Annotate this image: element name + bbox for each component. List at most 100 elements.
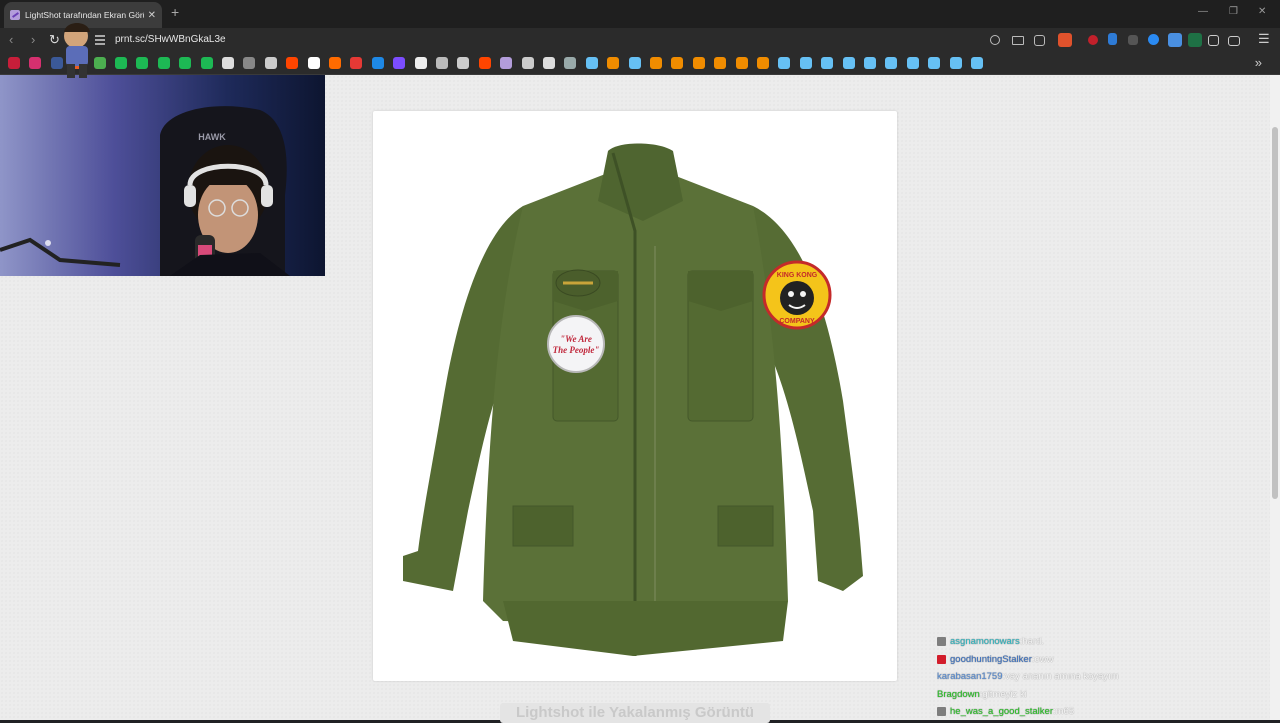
svg-text:The People": The People" (553, 345, 600, 355)
bookmark-icon[interactable] (29, 57, 42, 69)
brave-shield-icon[interactable] (1058, 33, 1072, 47)
close-window-button[interactable]: ✕ (1258, 6, 1266, 17)
chat-username: Bragdown (937, 688, 980, 700)
chat-text: hard. (1022, 636, 1045, 648)
bookmark-icon[interactable] (286, 57, 299, 69)
character-sticker-icon (64, 23, 90, 78)
svg-text:COMPANY: COMPANY (779, 318, 815, 325)
address-bar[interactable]: prnt.sc/SHwWBnGkaL3e (115, 34, 226, 45)
bookmark-icon[interactable] (607, 57, 620, 69)
chat-message: asgnamonowars : hard. (937, 633, 1267, 651)
bookmark-icon[interactable] (928, 57, 941, 69)
bookmark-icon[interactable] (821, 57, 834, 69)
bookmarks-more-button[interactable]: » (1255, 55, 1262, 70)
webcam-overlay: HAWK (0, 75, 325, 276)
screenshot-image: "We Are The People" KING KONG COMPANY (373, 111, 897, 681)
new-tab-button[interactable]: + (171, 4, 179, 20)
bookmark-icon[interactable] (778, 57, 791, 69)
bookmark-icon[interactable] (564, 57, 577, 69)
bookmark-icon[interactable] (735, 57, 748, 69)
bookmark-icon[interactable] (757, 57, 769, 69)
ublock-icon[interactable] (1088, 35, 1098, 45)
excel-extension-icon[interactable] (1188, 33, 1202, 47)
menu-icon[interactable]: ☰ (1258, 31, 1270, 47)
chat-message: goodhuntingStalker : oww (937, 651, 1267, 669)
extension-sound-icon[interactable] (1108, 33, 1117, 45)
bookmark-icon[interactable] (628, 57, 641, 69)
bookmark-icon[interactable] (521, 57, 534, 69)
stream-chat-overlay: asgnamonowars : hard. goodhuntingStalker … (937, 633, 1267, 721)
sidebar-icon[interactable] (1228, 36, 1240, 46)
bookmark-icon[interactable] (350, 57, 363, 69)
chat-text: gitmeyiz ki (982, 688, 1027, 700)
bookmark-icon[interactable] (436, 57, 448, 69)
bookmark-icon[interactable] (799, 57, 812, 69)
jacket-image: "We Are The People" KING KONG COMPANY (403, 143, 863, 656)
chat-username: goodhuntingStalker (950, 653, 1032, 665)
bookmark-icon[interactable] (8, 57, 20, 69)
bookmark-icon[interactable] (500, 57, 513, 69)
chat-text: vay ananın amına koyayım (1005, 671, 1119, 683)
bookmark-icon[interactable] (200, 57, 213, 69)
extension-grey-icon[interactable] (1128, 35, 1138, 45)
bookmark-icon[interactable] (179, 57, 192, 69)
bookmark-icon[interactable] (585, 57, 598, 69)
bookmark-icon[interactable] (842, 57, 855, 69)
bookmark-icon[interactable] (692, 57, 705, 69)
cast-icon[interactable] (1012, 36, 1024, 45)
bookmark-icon[interactable] (371, 57, 384, 69)
bookmark-icon[interactable] (971, 57, 983, 69)
back-icon[interactable]: ‹ (9, 32, 13, 47)
bookmark-icon[interactable] (885, 57, 898, 69)
extensions-puzzle-icon[interactable] (1208, 35, 1219, 46)
svg-text:"We Are: "We Are (560, 334, 592, 344)
extension-translate-icon[interactable] (1168, 33, 1182, 47)
chat-username: asgnamonowars (950, 636, 1020, 648)
chat-message: karabasan1759 : vay ananın amına koyayım (937, 668, 1267, 686)
bookmark-icon[interactable] (457, 57, 470, 69)
vertical-scrollbar[interactable] (1270, 75, 1280, 720)
bookmark-icon[interactable] (671, 57, 684, 69)
bookmark-icon[interactable] (414, 57, 427, 69)
svg-text:KING KONG: KING KONG (777, 272, 818, 279)
bookmark-icon[interactable] (714, 57, 727, 69)
forward-icon[interactable]: › (31, 32, 35, 47)
bookmark-icon[interactable] (329, 57, 341, 69)
zoom-icon[interactable] (990, 35, 1000, 45)
chat-message: Bragdown : gitmeyiz ki (937, 686, 1267, 704)
chat-badge-icon (937, 637, 946, 647)
chat-message: he_was_a_good_stalker : m65 (937, 703, 1267, 721)
bookmark-icon[interactable] (264, 57, 277, 69)
bookmark-icon[interactable] (650, 57, 662, 69)
bookmark-icon[interactable] (393, 57, 406, 69)
bookmark-icon[interactable] (864, 57, 876, 69)
chat-text: m65 (1055, 706, 1075, 718)
tab-strip: LightShot tarafından Ekran Görü ✕ + — ❐ … (0, 0, 1280, 28)
extension-blue-icon[interactable] (1148, 34, 1159, 45)
lightshot-favicon-icon (10, 10, 20, 20)
navigation-bar: ‹ › ↻ prnt.sc/SHwWBnGkaL3e ☰ (0, 28, 1280, 53)
share-icon[interactable] (1034, 35, 1045, 46)
chat-badge-icon (937, 654, 946, 664)
chat-username: karabasan1759 (937, 671, 1003, 683)
bookmark-icon[interactable] (136, 57, 149, 69)
scrollbar-thumb[interactable] (1272, 127, 1278, 499)
bookmark-icon[interactable] (543, 57, 555, 69)
chat-text: oww (1034, 653, 1054, 665)
bookmark-icon[interactable] (115, 57, 127, 69)
maximize-button[interactable]: ❐ (1229, 6, 1238, 17)
bookmarks-bar: » (0, 53, 1280, 75)
bookmark-icon[interactable] (949, 57, 962, 69)
svg-text:HAWK: HAWK (198, 132, 226, 142)
webcam-image: HAWK (0, 75, 325, 276)
bookmark-icon[interactable] (243, 57, 256, 69)
page-caption: Lightshot ile Yakalanmış Görüntü (500, 703, 770, 723)
chat-badge-icon (937, 707, 946, 717)
bookmark-icon[interactable] (906, 57, 919, 69)
minimize-button[interactable]: — (1198, 6, 1208, 17)
bookmark-icon[interactable] (222, 57, 234, 69)
bookmark-icon[interactable] (478, 57, 491, 69)
bookmark-icon[interactable] (307, 57, 320, 69)
tab-close-button[interactable]: ✕ (148, 10, 156, 21)
bookmark-icon[interactable] (157, 57, 170, 69)
